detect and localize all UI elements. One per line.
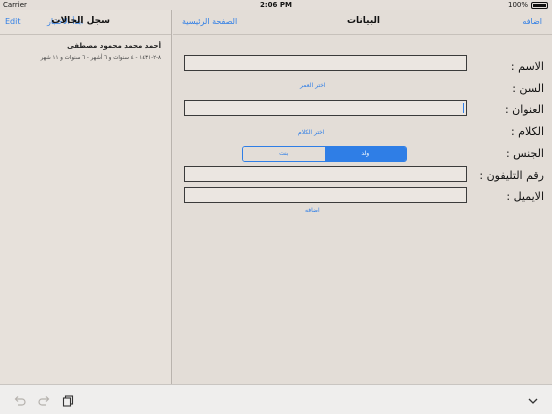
add-button[interactable]: اضافه — [305, 207, 320, 214]
address-field[interactable] — [184, 100, 467, 116]
record-list-item[interactable]: أحمد محمد محمود مصطفى ٨-٢-١٤٣١ - ٤ سنوات… — [1, 42, 161, 61]
gender-label: الجنس : — [505, 147, 544, 160]
edit-button[interactable]: Edit — [5, 17, 21, 26]
paste-icon[interactable] — [61, 393, 75, 407]
undo-icon[interactable] — [13, 393, 27, 407]
gender-segmented-control: بنت ولد — [242, 146, 407, 162]
records-title: سجل الحالات — [51, 16, 110, 26]
gender-female-segment[interactable]: بنت — [243, 147, 325, 161]
gender-male-segment[interactable]: ولد — [324, 147, 406, 161]
redo-icon[interactable] — [37, 393, 51, 407]
choose-speech-button[interactable]: اختر الكلام — [298, 129, 325, 136]
data-navbar: الصفحة الرئيسية البيانات اضافه — [173, 10, 552, 35]
address-label: العنوان : — [504, 103, 544, 116]
data-title: البيانات — [347, 16, 380, 26]
data-pane: الصفحة الرئيسية البيانات اضافه الاسم : ا… — [173, 10, 552, 384]
email-label: الايميل : — [506, 190, 544, 203]
phone-field[interactable] — [184, 166, 467, 182]
add-nav-button[interactable]: اضافه — [522, 17, 542, 26]
chevron-down-icon[interactable] — [526, 393, 540, 407]
age-label: السن : — [512, 82, 544, 95]
email-field[interactable] — [184, 187, 467, 203]
record-details: ٨-٢-١٤٣١ - ٤ سنوات و ٦ أشهر - ٦ سنوات و … — [40, 55, 161, 61]
records-pane: Edit ابدأ الاختبار سجل الحالات أحمد محمد… — [0, 10, 172, 384]
record-name: أحمد محمد محمود مصطفى — [67, 42, 161, 50]
keyboard-shortcut-bar — [0, 384, 552, 414]
name-field[interactable] — [184, 55, 467, 71]
speech-label: الكلام : — [510, 125, 544, 138]
records-navbar: Edit ابدأ الاختبار سجل الحالات — [0, 10, 171, 35]
text-caret — [463, 103, 464, 113]
choose-age-button[interactable]: اختر العمر — [300, 82, 326, 89]
battery-percent: 100% — [507, 1, 528, 9]
phone-label: رقم التليفون : — [479, 169, 544, 182]
name-label: الاسم : — [510, 60, 544, 73]
battery-icon — [531, 2, 548, 9]
clock: 2:06 PM — [260, 1, 292, 9]
home-button[interactable]: الصفحة الرئيسية — [182, 17, 237, 26]
status-bar: Carrier 2:06 PM 100% — [0, 0, 552, 10]
